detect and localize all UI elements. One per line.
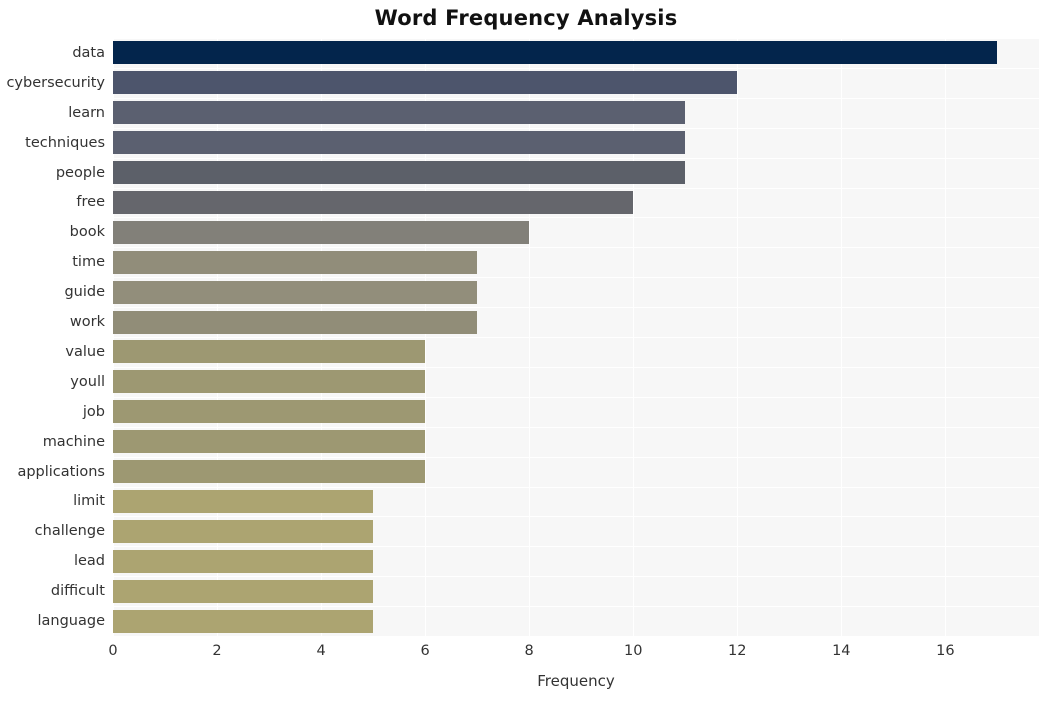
- y-axis-tick-label: applications: [17, 463, 105, 480]
- gridline-horizontal: [113, 97, 1039, 99]
- y-axis-tick-labels: data cybersecurity learn techniques people fr…: [0, 38, 105, 636]
- gridline-horizontal: [113, 546, 1039, 548]
- y-axis-tick-label: data: [72, 44, 105, 61]
- y-axis-tick-label: lead: [73, 553, 105, 570]
- bar: [113, 250, 478, 274]
- bar: [113, 131, 686, 155]
- y-axis-tick-label: free: [76, 194, 105, 211]
- bar: [113, 489, 374, 513]
- plot-area: [113, 38, 1039, 636]
- x-axis-tick-label: 2: [212, 643, 222, 659]
- bar: [113, 190, 634, 214]
- y-axis-tick-label: learn: [68, 104, 105, 121]
- x-axis-tick-label: 10: [623, 643, 643, 659]
- gridline-horizontal: [113, 247, 1039, 249]
- gridline-horizontal: [113, 456, 1039, 458]
- bar: [113, 280, 478, 304]
- x-axis-tick-label: 8: [524, 643, 534, 659]
- chart-title: Word Frequency Analysis: [374, 6, 678, 30]
- y-axis-tick-label: techniques: [25, 134, 105, 151]
- bar: [113, 310, 478, 334]
- gridline-horizontal: [113, 576, 1039, 578]
- gridline-horizontal: [113, 426, 1039, 428]
- gridline-horizontal: [113, 307, 1039, 309]
- bar: [113, 71, 738, 95]
- bar: [113, 519, 374, 543]
- gridline-horizontal: [113, 606, 1039, 608]
- y-axis-tick-label: work: [69, 314, 105, 331]
- x-axis-tick-label: 0: [108, 643, 118, 659]
- bar: [113, 549, 374, 573]
- gridline-horizontal: [113, 157, 1039, 159]
- bar: [113, 609, 374, 633]
- gridline-horizontal: [113, 337, 1039, 338]
- x-axis-tick-label: 16: [936, 643, 955, 659]
- bar: [113, 41, 998, 65]
- x-axis-tick-label: 4: [316, 643, 326, 659]
- gridline-horizontal: [113, 516, 1039, 518]
- bar: [113, 460, 426, 484]
- y-axis-tick-label: value: [65, 343, 105, 360]
- bar: [113, 340, 426, 364]
- chart-figure: Word Frequency Analysis data cybersecurit…: [0, 0, 1052, 701]
- bar: [113, 430, 426, 454]
- bar: [113, 579, 374, 603]
- y-axis-tick-label: challenge: [34, 523, 105, 540]
- bar: [113, 101, 686, 125]
- bar: [113, 161, 686, 185]
- y-axis-tick-label: job: [82, 403, 105, 420]
- gridline-horizontal: [113, 67, 1039, 69]
- x-axis-tick-labels: 0 2 4 6 8 10 12 14 16: [0, 643, 1052, 667]
- y-axis-tick-label: limit: [73, 493, 105, 510]
- x-axis-tick-label: 6: [420, 643, 430, 659]
- y-axis-tick-label: cybersecurity: [6, 74, 105, 91]
- x-axis-tick-label: 14: [832, 643, 851, 659]
- y-axis-tick-label: book: [69, 224, 105, 241]
- gridline-horizontal: [113, 277, 1039, 279]
- gridline-horizontal: [113, 486, 1039, 488]
- bar: [113, 400, 426, 424]
- gridline-horizontal: [113, 127, 1039, 129]
- x-axis-title: Frequency: [537, 672, 615, 690]
- y-axis-tick-label: time: [72, 254, 105, 271]
- gridline-horizontal: [113, 366, 1039, 368]
- gridline-horizontal: [113, 38, 1039, 39]
- bar: [113, 220, 530, 244]
- gridline-horizontal: [113, 217, 1039, 219]
- y-axis-tick-label: difficult: [50, 583, 105, 600]
- y-axis-tick-label: guide: [64, 284, 105, 301]
- bar: [113, 370, 426, 394]
- y-axis-tick-label: youll: [70, 373, 105, 390]
- y-axis-tick-label: machine: [42, 433, 105, 450]
- gridline-horizontal: [113, 187, 1039, 189]
- gridline-horizontal: [113, 396, 1039, 398]
- x-axis-tick-label: 12: [728, 643, 747, 659]
- y-axis-tick-label: people: [55, 164, 105, 181]
- y-axis-tick-label: language: [37, 613, 105, 630]
